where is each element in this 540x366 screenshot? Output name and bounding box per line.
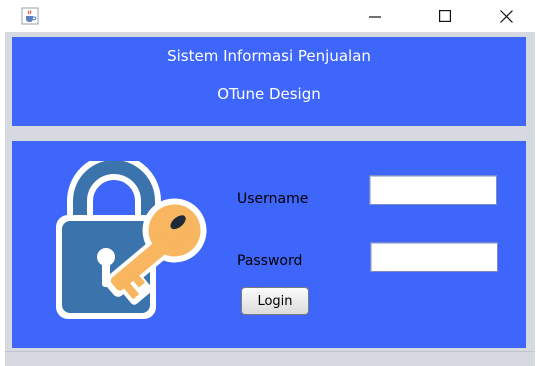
password-field[interactable] (370, 242, 498, 272)
username-label: Username (237, 191, 309, 207)
bottom-strip (5, 351, 535, 366)
login-panel: Username Password Login (12, 141, 526, 348)
content-pane: Sistem Informasi Penjualan OTune Design (5, 32, 535, 366)
username-field[interactable] (369, 175, 497, 205)
app-title: Sistem Informasi Penjualan (167, 47, 371, 65)
login-button[interactable]: Login (241, 287, 309, 315)
maximize-icon (439, 10, 451, 22)
minimize-icon (369, 16, 381, 18)
close-button[interactable] (483, 0, 529, 32)
header-panel: Sistem Informasi Penjualan OTune Design (12, 37, 526, 126)
minimize-button[interactable] (352, 0, 398, 32)
app-subtitle: OTune Design (217, 85, 321, 103)
close-icon (499, 9, 513, 23)
title-bar (0, 0, 540, 32)
login-window: Sistem Informasi Penjualan OTune Design (0, 0, 540, 366)
password-label: Password (237, 253, 303, 269)
java-coffee-icon (21, 7, 39, 25)
lock-and-key-icon (56, 161, 207, 319)
maximize-button[interactable] (422, 0, 468, 32)
